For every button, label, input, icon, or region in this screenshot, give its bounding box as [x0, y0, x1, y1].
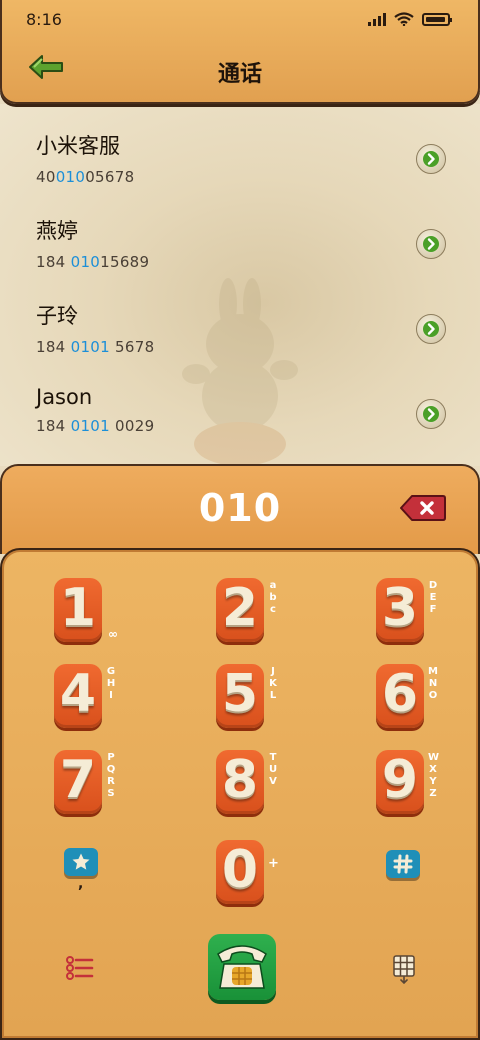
chevron-right-icon [423, 151, 439, 167]
top-bar: 8:16 通话 [0, 0, 480, 104]
key-5[interactable]: 5 JKL [188, 656, 298, 746]
key-letters: ∞ [108, 627, 118, 641]
key-digit: 7 [59, 750, 97, 810]
chevron-right-icon [423, 321, 439, 337]
contact-name: 小米客服 [36, 134, 120, 158]
menu-list-icon[interactable] [66, 956, 94, 980]
page-title: 通话 [217, 62, 262, 87]
contact-name: 燕婷 [36, 219, 78, 243]
contact-row[interactable]: Jason 184 0101 0029 [36, 385, 446, 455]
key-digit: 5 [221, 664, 259, 724]
key-star[interactable]: , [62, 846, 106, 898]
key-pound[interactable] [384, 848, 424, 882]
backspace-icon[interactable] [400, 494, 446, 522]
status-time: 8:16 [26, 10, 62, 29]
contact-row[interactable]: 子玲 184 0101 5678 [36, 300, 446, 370]
keypad: 1 ∞ 2 abc 3 DEF 4 GHI 5 JKL 6 MNO 7 PQRS… [0, 548, 480, 1040]
key-letters: TUV [268, 752, 278, 787]
star-icon [72, 853, 90, 870]
key-digit: 3 [381, 578, 419, 638]
contact-number: 4001005678 [36, 168, 135, 186]
key-0[interactable]: 0 + [188, 832, 298, 922]
key-1[interactable]: 1 ∞ [26, 570, 136, 660]
key-digit: 6 [381, 664, 419, 724]
key-digit: 1 [59, 578, 97, 638]
hash-icon [393, 854, 413, 874]
signal-icon [368, 12, 386, 26]
battery-icon [422, 12, 452, 26]
status-icons [368, 12, 452, 26]
key-letters: WXYZ [428, 752, 440, 799]
wifi-icon [394, 12, 414, 26]
status-bar: 8:16 [2, 0, 478, 40]
key-2[interactable]: 2 abc [188, 570, 298, 660]
contact-detail-button[interactable] [416, 144, 446, 174]
key-letters: abc [269, 580, 277, 615]
contact-name: Jason [36, 385, 93, 409]
star-sub-label: , [78, 876, 84, 892]
key-7[interactable]: 7 PQRS [26, 742, 136, 832]
contact-number: 184 01015689 [36, 253, 150, 271]
contact-number: 184 0101 5678 [36, 338, 155, 356]
contact-row[interactable]: 小米客服 4001005678 [36, 130, 446, 200]
key-9[interactable]: 9 WXYZ [348, 742, 458, 832]
contact-detail-button[interactable] [416, 314, 446, 344]
chevron-right-icon [423, 406, 439, 422]
phone-icon [217, 945, 267, 989]
key-letters: PQRS [106, 752, 116, 799]
key-digit: 9 [381, 750, 419, 810]
key-3[interactable]: 3 DEF [348, 570, 458, 660]
dial-display: 010 [0, 464, 480, 554]
key-digit: 0 [221, 840, 259, 900]
key-letters: MNO [428, 666, 438, 701]
key-letters: + [268, 856, 279, 871]
contact-detail-button[interactable] [416, 399, 446, 429]
call-button[interactable] [208, 934, 276, 1000]
contact-detail-button[interactable] [416, 229, 446, 259]
contact-number: 184 0101 0029 [36, 417, 155, 435]
key-4[interactable]: 4 GHI [26, 656, 136, 746]
contact-name: 子玲 [36, 304, 78, 328]
key-digit: 4 [59, 664, 97, 724]
key-8[interactable]: 8 TUV [188, 742, 298, 832]
key-digit: 2 [221, 578, 259, 638]
contact-list: 小米客服 4001005678 燕婷 184 01015689 子玲 184 0… [0, 104, 480, 466]
key-letters: JKL [269, 666, 277, 701]
key-letters: DEF [428, 580, 438, 615]
chevron-right-icon [423, 236, 439, 252]
key-letters: GHI [106, 666, 116, 701]
key-digit: 8 [221, 750, 259, 810]
contact-row[interactable]: 燕婷 184 01015689 [36, 215, 446, 285]
key-6[interactable]: 6 MNO [348, 656, 458, 746]
dialpad-toggle-icon[interactable] [392, 954, 416, 984]
